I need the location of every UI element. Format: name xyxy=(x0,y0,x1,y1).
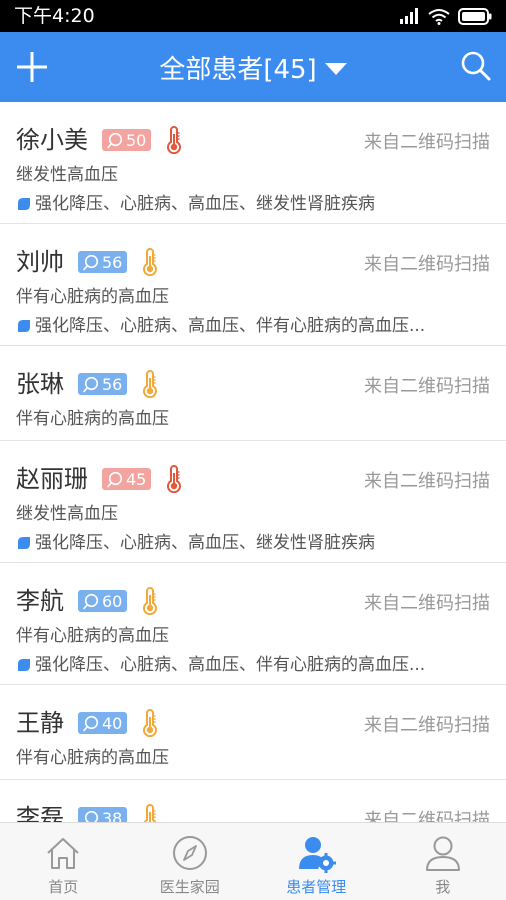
comment-bubble-icon xyxy=(83,593,99,609)
patient-tags: 强化降压、心脏病、高血压、继发性肾脏疾病 xyxy=(16,193,490,215)
badge-count: 40 xyxy=(102,713,123,733)
patient-diagnosis: 伴有心脏病的高血压 xyxy=(16,748,169,768)
patient-row[interactable]: 张琳 56 来自二维码扫描伴有心脏病的高血压 xyxy=(0,346,506,441)
comment-bubble-icon xyxy=(83,715,99,731)
patient-row[interactable]: 刘帅 56 来自二维码扫描伴有心脏病的高血压强化降压、心脏病、高血压、伴有心脏病的高… xyxy=(0,224,506,346)
patient-tags-text: 强化降压、心脏病、高血压、继发性肾脏疾病 xyxy=(35,194,375,214)
thermometer-icon xyxy=(144,804,157,822)
tag-leaf-icon xyxy=(18,198,30,210)
tab-label: 首页 xyxy=(48,878,79,896)
badge-count: 60 xyxy=(102,591,123,611)
patient-source: 来自二维码扫描 xyxy=(364,376,490,397)
tab-label: 患者管理 xyxy=(286,878,347,896)
comment-bubble-icon xyxy=(107,132,123,148)
patient-filter-dropdown[interactable]: 全部患者[45] xyxy=(159,49,347,86)
patient-tags-text: 强化降压、心脏病、高血压、继发性肾脏疾病 xyxy=(35,533,375,553)
status-time: 下午4:20 xyxy=(14,5,95,27)
message-count-badge: 38 xyxy=(78,807,128,823)
patient-row[interactable]: 李磊 38 来自二维码扫描 xyxy=(0,780,506,822)
patient-row[interactable]: 徐小美 50 来自二维码扫描继发性高血压强化降压、心脏病、高血压、继发性肾脏疾病 xyxy=(0,102,506,224)
comment-bubble-icon xyxy=(83,254,99,270)
tab-patient-management[interactable]: 患者管理 xyxy=(253,823,380,900)
tab-doctor-home[interactable]: 医生家园 xyxy=(127,823,254,900)
app-header: 全部患者[45] xyxy=(0,32,506,102)
tag-leaf-icon xyxy=(18,659,30,671)
tab-me[interactable]: 我 xyxy=(380,823,506,900)
message-count-badge: 56 xyxy=(78,251,128,273)
comment-bubble-icon xyxy=(83,376,99,392)
message-count-badge: 56 xyxy=(78,373,128,395)
patient-name: 张琳 xyxy=(16,370,64,398)
patient-diagnosis: 伴有心脏病的高血压 xyxy=(16,626,169,646)
patient-tags-text: 强化降压、心脏病、高血压、伴有心脏病的高血压... xyxy=(35,655,426,675)
patient-source: 来自二维码扫描 xyxy=(364,593,490,614)
patient-name: 徐小美 xyxy=(16,126,88,154)
wifi-icon xyxy=(428,8,450,25)
person-icon xyxy=(425,836,460,871)
message-count-badge: 40 xyxy=(78,712,128,734)
patient-diagnosis: 继发性高血压 xyxy=(16,504,118,524)
tag-leaf-icon xyxy=(18,537,30,549)
thermometer-icon xyxy=(167,126,182,154)
badge-count: 56 xyxy=(102,374,123,394)
patient-row[interactable]: 李航 60 来自二维码扫描伴有心脏病的高血压强化降压、心脏病、高血压、伴有心脏病的高… xyxy=(0,563,506,685)
message-count-badge: 50 xyxy=(102,129,152,151)
caret-down-icon xyxy=(324,62,347,75)
patient-tags: 强化降压、心脏病、高血压、继发性肾脏疾病 xyxy=(16,532,490,554)
patient-name: 刘帅 xyxy=(16,248,64,276)
patient-tags-text: 强化降压、心脏病、高血压、伴有心脏病的高血压... xyxy=(35,316,426,336)
patient-diagnosis: 继发性高血压 xyxy=(16,165,118,185)
thermometer-icon xyxy=(167,465,182,493)
patient-diagnosis: 伴有心脏病的高血压 xyxy=(16,409,169,429)
tab-label: 医生家园 xyxy=(159,878,220,896)
patient-list[interactable]: 徐小美 50 来自二维码扫描 继发性高血压 强化降压、心脏病、高血压、继发性肾脏疾病 刘帅… xyxy=(0,102,506,822)
badge-count: 50 xyxy=(126,130,147,150)
search-icon[interactable] xyxy=(460,50,492,82)
patient-row[interactable]: 赵丽珊 45 来自二维码扫描继发性高血压强化降压、心脏病、高血压、继发性肾脏疾病 xyxy=(0,441,506,563)
patient-source: 来自二维码扫描 xyxy=(364,715,490,736)
badge-count: 38 xyxy=(102,808,123,823)
patient-name: 李航 xyxy=(16,587,64,615)
tab-label: 我 xyxy=(435,878,451,896)
battery-icon xyxy=(458,7,492,25)
patient-source: 来自二维码扫描 xyxy=(364,810,490,822)
home-icon xyxy=(47,838,79,869)
status-icons xyxy=(400,7,492,25)
thermometer-icon xyxy=(143,587,158,615)
patient-diagnosis: 伴有心脏病的高血压 xyxy=(16,287,169,307)
message-count-badge: 60 xyxy=(78,590,128,612)
patient-source: 来自二维码扫描 xyxy=(364,132,490,153)
bottom-tab-bar: 首页 医生家园 患者管理 我 xyxy=(0,822,506,900)
patient-source: 来自二维码扫描 xyxy=(364,254,490,275)
patient-tags: 强化降压、心脏病、高血压、伴有心脏病的高血压... xyxy=(16,654,490,676)
status-bar: 下午4:20 xyxy=(0,0,506,32)
comment-bubble-icon xyxy=(84,810,99,822)
thermometer-icon xyxy=(143,709,158,737)
tag-leaf-icon xyxy=(18,320,30,332)
patient-row[interactable]: 王静 40 来自二维码扫描伴有心脏病的高血压 xyxy=(0,685,506,780)
patient-name: 王静 xyxy=(16,709,64,737)
compass-icon xyxy=(172,836,207,870)
signal-icon xyxy=(400,8,418,24)
message-count-badge: 45 xyxy=(102,468,152,490)
badge-count: 56 xyxy=(102,252,123,272)
patient-name: 赵丽珊 xyxy=(16,465,88,493)
patient-tags: 强化降压、心脏病、高血压、伴有心脏病的高血压... xyxy=(16,315,490,337)
badge-count: 45 xyxy=(126,469,147,489)
thermometer-icon xyxy=(143,248,158,276)
thermometer-icon xyxy=(143,370,158,398)
patient-management-icon xyxy=(299,837,337,873)
tab-home[interactable]: 首页 xyxy=(0,823,127,900)
add-patient-button[interactable] xyxy=(14,49,50,85)
comment-bubble-icon xyxy=(107,471,123,487)
page-title: 全部患者[45] xyxy=(159,54,317,85)
patient-name: 李磊 xyxy=(16,804,64,822)
patient-source: 来自二维码扫描 xyxy=(364,471,490,492)
